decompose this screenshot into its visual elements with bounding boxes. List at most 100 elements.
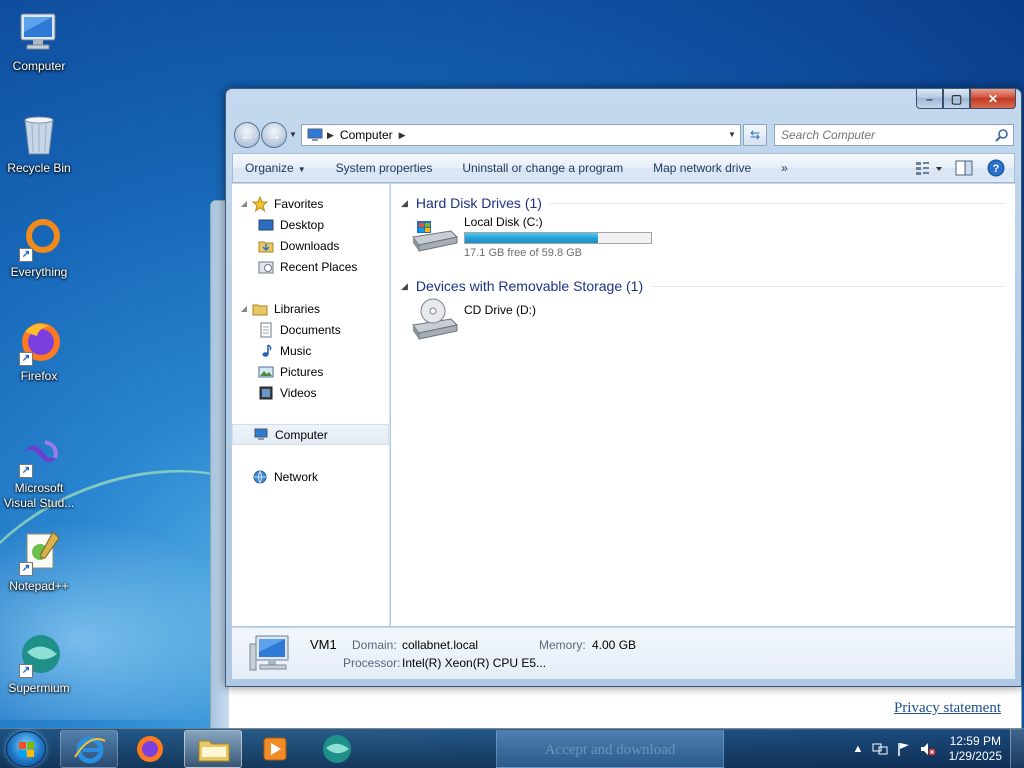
- tree-label: Recent Places: [280, 259, 358, 274]
- close-button[interactable]: ✕: [970, 89, 1016, 109]
- tree-item-favorites[interactable]: ◢ Favorites: [232, 193, 389, 214]
- desktop-icon-firefox[interactable]: ↗ Firefox: [0, 318, 78, 384]
- tree-label: Videos: [280, 385, 317, 400]
- address-dropdown-icon[interactable]: ▼: [724, 125, 740, 145]
- forward-arrow-icon: →: [267, 127, 281, 143]
- action-center-flag-icon[interactable]: [896, 741, 912, 757]
- system-properties-button[interactable]: System properties: [321, 161, 448, 175]
- desktop-icon-label: Microsoft Visual Stud...: [3, 481, 75, 510]
- desktop-icon-everything[interactable]: ↗ Everything: [0, 214, 78, 280]
- tree-item-pictures[interactable]: Pictures: [232, 361, 389, 382]
- breadcrumb-arrow-icon[interactable]: ▶: [399, 130, 406, 141]
- search-input[interactable]: [775, 125, 985, 145]
- taskbar-internet-explorer[interactable]: [60, 730, 118, 768]
- clock-time: 12:59 PM: [949, 734, 1001, 748]
- everything-icon: ↗: [15, 214, 63, 262]
- taskbar-windows-explorer[interactable]: [184, 730, 242, 768]
- drive-local-disk-c[interactable]: Local Disk (C:) 17.1 GB free of 59.8 GB: [409, 215, 652, 259]
- desktop-icon-computer[interactable]: Computer: [0, 8, 78, 74]
- desktop-icon-label: Everything: [10, 265, 68, 279]
- windows-logo-icon: [19, 742, 34, 757]
- network-status-icon[interactable]: [872, 741, 888, 757]
- drive-cd-d[interactable]: CD Drive (D:): [409, 297, 536, 343]
- organize-button[interactable]: Organize ▼: [233, 161, 321, 175]
- libraries-icon: [252, 304, 268, 315]
- group-header-hard-disk-drives[interactable]: ◢ Hard Disk Drives (1): [401, 193, 1005, 213]
- change-view-button[interactable]: [914, 158, 942, 178]
- computer-icon: [307, 128, 323, 141]
- recent-places-icon: [258, 261, 274, 273]
- tree-item-libraries[interactable]: ◢ Libraries: [232, 298, 389, 319]
- group-header-removable-storage[interactable]: ◢ Devices with Removable Storage (1): [401, 276, 1005, 296]
- navigation-pane: ◢ Favorites Desktop Downloads Recent Pla…: [232, 184, 390, 626]
- view-controls: ?: [904, 158, 1008, 178]
- breadcrumb-arrow-icon[interactable]: ▶: [327, 130, 334, 141]
- view-list-icon: [916, 162, 942, 175]
- desktop-icon-recycle-bin[interactable]: Recycle Bin: [0, 110, 78, 176]
- collapse-arrow-icon[interactable]: ◢: [238, 199, 250, 208]
- system-clock[interactable]: 12:59 PM 1/29/2025: [949, 734, 1002, 764]
- recycle-bin-icon: [15, 110, 63, 158]
- back-button[interactable]: ←: [234, 122, 260, 148]
- forward-button[interactable]: →: [261, 122, 287, 148]
- show-hidden-icons-button[interactable]: ▲: [850, 741, 866, 757]
- command-bar: Organize ▼ System properties Uninstall or…: [232, 153, 1015, 183]
- collapse-arrow-icon[interactable]: ◢: [401, 198, 408, 209]
- accept-download-button[interactable]: Accept and download: [496, 730, 724, 768]
- tree-item-recent-places[interactable]: Recent Places: [232, 256, 389, 277]
- desktop-folder-icon: [258, 219, 274, 230]
- tree-item-network[interactable]: Network: [232, 466, 389, 487]
- desktop-icon-visual-studio[interactable]: ↗ Microsoft Visual Stud...: [0, 430, 78, 511]
- computer-icon: [254, 428, 268, 440]
- tree-item-computer[interactable]: Computer: [232, 424, 389, 445]
- recent-pages-dropdown[interactable]: ▼: [289, 130, 297, 139]
- tree-label: Music: [280, 343, 312, 358]
- domain-label: Domain:: [352, 638, 397, 652]
- search-box[interactable]: [774, 124, 1014, 146]
- desktop-icon-label: Recycle Bin: [7, 161, 71, 175]
- tree-label: Documents: [280, 322, 341, 337]
- desktop-icon-supermium[interactable]: ↗ Supermium: [0, 630, 78, 696]
- tree-item-desktop[interactable]: Desktop: [232, 214, 389, 235]
- visual-studio-icon: ↗: [15, 430, 63, 478]
- shortcut-arrow-icon: ↗: [19, 664, 33, 678]
- shortcut-arrow-icon: ↗: [19, 562, 33, 576]
- cd-drive-icon: [412, 298, 459, 340]
- explorer-window: – ▢ ✕ ← → ▼ ▶ Computer ▶ ▼ ⇆ Search Comp…: [225, 88, 1022, 687]
- taskbar-firefox[interactable]: [121, 730, 179, 768]
- help-button[interactable]: ?: [986, 158, 1008, 178]
- supermium-icon: [323, 735, 351, 763]
- show-desktop-button[interactable]: [1010, 729, 1024, 768]
- svg-text:?: ?: [993, 163, 1000, 175]
- memory-value: 4.00 GB: [592, 638, 637, 652]
- tree-item-downloads[interactable]: Downloads: [232, 235, 389, 256]
- privacy-statement-link[interactable]: Privacy statement: [894, 700, 1001, 717]
- tree-item-documents[interactable]: Documents: [232, 319, 389, 340]
- collapse-arrow-icon[interactable]: ◢: [401, 281, 408, 292]
- taskbar-media-player[interactable]: [246, 730, 304, 768]
- collapse-arrow-icon[interactable]: ◢: [238, 304, 250, 313]
- memory-label: Memory:: [539, 638, 586, 652]
- drive-free-space: 17.1 GB free of 59.8 GB: [464, 247, 583, 259]
- taskbar-supermium[interactable]: [308, 730, 366, 768]
- preview-pane-button[interactable]: [954, 158, 976, 178]
- breadcrumb-computer[interactable]: Computer: [340, 128, 393, 142]
- processor-value: Intel(R) Xeon(R) CPU E5...: [402, 656, 547, 670]
- minimize-button[interactable]: –: [916, 89, 943, 109]
- back-arrow-icon: ←: [240, 127, 254, 143]
- start-button[interactable]: [6, 731, 46, 767]
- map-network-drive-button[interactable]: Map network drive: [638, 161, 766, 175]
- tree-item-videos[interactable]: Videos: [232, 382, 389, 403]
- maximize-button[interactable]: ▢: [943, 89, 970, 109]
- address-bar[interactable]: ▶ Computer ▶ ▼: [301, 124, 741, 146]
- volume-muted-icon[interactable]: [920, 741, 936, 757]
- refresh-button[interactable]: ⇆: [743, 124, 767, 146]
- internet-explorer-icon: [74, 736, 106, 764]
- desktop-icon-notepadpp[interactable]: ↗ Notepad++: [0, 528, 78, 594]
- tree-item-music[interactable]: Music: [232, 340, 389, 361]
- computer-name: VM1: [310, 637, 337, 652]
- details-pane: VM1 Domain: collabnet.local Memory: 4.00…: [232, 627, 1015, 679]
- group-title: Devices with Removable Storage (1): [415, 278, 644, 294]
- uninstall-program-button[interactable]: Uninstall or change a program: [447, 161, 638, 175]
- more-commands-button[interactable]: »: [766, 161, 803, 175]
